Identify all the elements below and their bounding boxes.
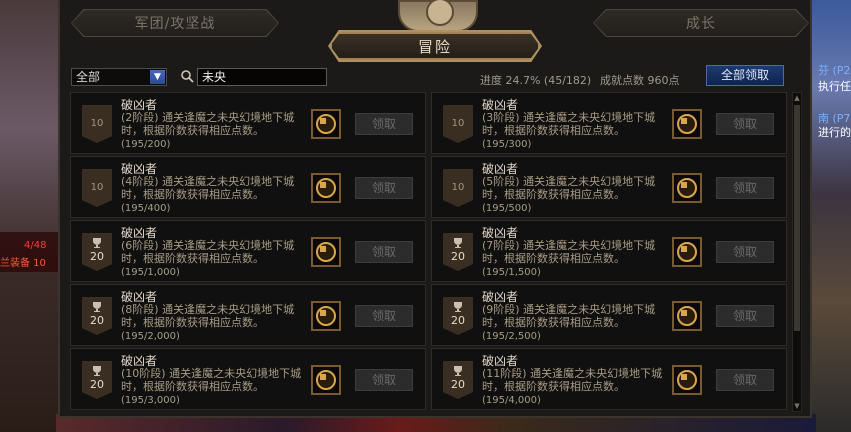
reward-icon[interactable] [672,365,702,395]
category-dropdown-value: 全部 [76,70,101,84]
claim-button[interactable]: 领取 [355,369,413,391]
trophy-icon [454,302,462,312]
reward-icon[interactable] [672,301,702,331]
achievement-card: 20 破凶者 (7阶段) 通关逢魔之未央幻境地下城时，根据阶数获得相应点数。 (195… [431,220,787,282]
claim-button[interactable]: 领取 [355,113,413,135]
achievement-points-badge: 10 [451,182,465,193]
achievement-card: 20 破凶者 (9阶段) 通关逢魔之未央幻境地下城时，根据阶数获得相应点数。 (195… [431,284,787,346]
achievement-points-badge: 20 [451,250,465,263]
achievement-description: (5阶段) 通关逢魔之未央幻境地下城时，根据阶数获得相应点数。 [482,175,656,201]
achievement-progress: (195/1,000) [121,267,180,278]
achievement-description: (3阶段) 通关逢魔之未央幻境地下城时，根据阶数获得相应点数。 [482,111,656,137]
achievement-points-badge: 10 [90,182,104,193]
achievement-points-badge: 20 [451,314,465,327]
achievement-card: 10 破凶者 (5阶段) 通关逢魔之未央幻境地下城时，根据阶数获得相应点数。 (195… [431,156,787,218]
achievement-points-badge: 20 [451,378,465,391]
reward-icon[interactable] [311,301,341,331]
achievement-description: (9阶段) 通关逢魔之未央幻境地下城时，根据阶数获得相应点数。 [482,303,656,329]
category-dropdown[interactable]: 全部 ▼ [71,68,167,86]
reward-icon[interactable] [311,237,341,267]
claim-button[interactable]: 领取 [355,177,413,199]
trophy-icon [93,238,101,248]
claim-button[interactable]: 领取 [716,241,774,263]
achievement-description: (8阶段) 通关逢魔之未央幻境地下城时，根据阶数获得相应点数。 [121,303,295,329]
background-quest-text: 芬 (P2 [818,64,851,77]
tab-legion-siege[interactable]: 军团/攻坚战 [72,10,278,36]
scroll-down-icon[interactable]: ▼ [793,401,801,411]
achievement-description: (2阶段) 通关逢魔之未央幻境地下城时，根据阶数获得相应点数。 [121,111,295,137]
scroll-thumb[interactable] [794,105,800,331]
achievement-card: 10 破凶者 (4阶段) 通关逢魔之未央幻境地下城时，根据阶数获得相应点数。 (195… [70,156,426,218]
achievement-description: (7阶段) 通关逢魔之未央幻境地下城时，根据阶数获得相应点数。 [482,239,656,265]
achievement-description: (10阶段) 通关逢魔之未央幻境地下城时，根据阶数获得相应点数。 [121,367,302,393]
background-quest-text: 进行的 [818,126,851,139]
achievement-progress: (195/400) [121,203,171,214]
reward-icon[interactable] [311,173,341,203]
achievement-card: 20 破凶者 (11阶段) 通关逢魔之未央幻境地下城时，根据阶数获得相应点数。 (19… [431,348,787,410]
achievement-points-badge: 10 [451,118,465,129]
achievement-list: 10 破凶者 (2阶段) 通关逢魔之未央幻境地下城时，根据阶数获得相应点数。 (195… [70,92,790,412]
achievement-description: (11阶段) 通关逢魔之未央幻境地下城时，根据阶数获得相应点数。 [482,367,663,393]
achievement-points: 成就点数 960点 [600,74,680,87]
tab-growth[interactable]: 成长 [594,10,808,36]
search-input[interactable]: 未央 [197,68,327,86]
claim-all-button[interactable]: 全部领取 [706,65,784,86]
claim-button[interactable]: 领取 [716,113,774,135]
achievement-progress: (195/3,000) [121,395,180,406]
achievement-card: 20 破凶者 (10阶段) 通关逢魔之未央幻境地下城时，根据阶数获得相应点数。 (19… [70,348,426,410]
reward-icon[interactable] [311,109,341,139]
achievement-card: 10 破凶者 (2阶段) 通关逢魔之未央幻境地下城时，根据阶数获得相应点数。 (195… [70,92,426,154]
reward-icon[interactable] [672,173,702,203]
achievement-card: 20 破凶者 (6阶段) 通关逢魔之未央幻境地下城时，根据阶数获得相应点数。 (195… [70,220,426,282]
achievement-progress: (195/500) [482,203,532,214]
claim-button[interactable]: 领取 [716,305,774,327]
reward-icon[interactable] [672,237,702,267]
achievement-progress: (195/2,000) [121,331,180,342]
trophy-icon [93,366,101,376]
claim-button[interactable]: 领取 [716,369,774,391]
scroll-emblem-icon [398,0,478,32]
background-quest-text: 执行任 [818,80,851,93]
claim-button[interactable]: 领取 [355,241,413,263]
chevron-down-icon[interactable]: ▼ [150,70,165,84]
progress-text: 进度 24.7% (45/182) [480,74,592,87]
achievement-description: (4阶段) 通关逢魔之未央幻境地下城时，根据阶数获得相应点数。 [121,175,295,201]
achievement-progress: (195/200) [121,139,171,150]
trophy-icon [454,238,462,248]
list-scrollbar[interactable]: ▲ ▼ [792,92,802,412]
achievement-points-badge: 20 [90,314,104,327]
claim-button[interactable]: 领取 [716,177,774,199]
achievement-points-badge: 20 [90,250,104,263]
achievement-description: (6阶段) 通关逢魔之未央幻境地下城时，根据阶数获得相应点数。 [121,239,295,265]
reward-icon[interactable] [311,365,341,395]
achievement-progress: (195/300) [482,139,532,150]
achievement-progress: (195/2,500) [482,331,541,342]
achievement-progress: (195/1,500) [482,267,541,278]
game-window: 4/48 兰装备 10 芬 (P2 执行任 南 (P7 进行的 军团/攻坚战 成… [0,0,851,432]
reward-icon[interactable] [672,109,702,139]
trophy-icon [454,366,462,376]
achievement-points-badge: 20 [90,378,104,391]
background-counter: 4/48 [24,240,47,251]
scroll-up-icon[interactable]: ▲ [793,93,801,103]
achievement-progress: (195/4,000) [482,395,541,406]
achievement-points-badge: 10 [90,118,104,129]
background-scene-left [0,0,62,432]
claim-button[interactable]: 领取 [355,305,413,327]
background-equipment-text: 兰装备 10 [0,258,46,269]
trophy-icon [93,302,101,312]
achievement-card: 20 破凶者 (8阶段) 通关逢魔之未央幻境地下城时，根据阶数获得相应点数。 (195… [70,284,426,346]
achievement-card: 10 破凶者 (3阶段) 通关逢魔之未央幻境地下城时，根据阶数获得相应点数。 (195… [431,92,787,154]
search-icon [181,70,194,83]
tab-adventure[interactable]: 冒险 [330,32,540,60]
